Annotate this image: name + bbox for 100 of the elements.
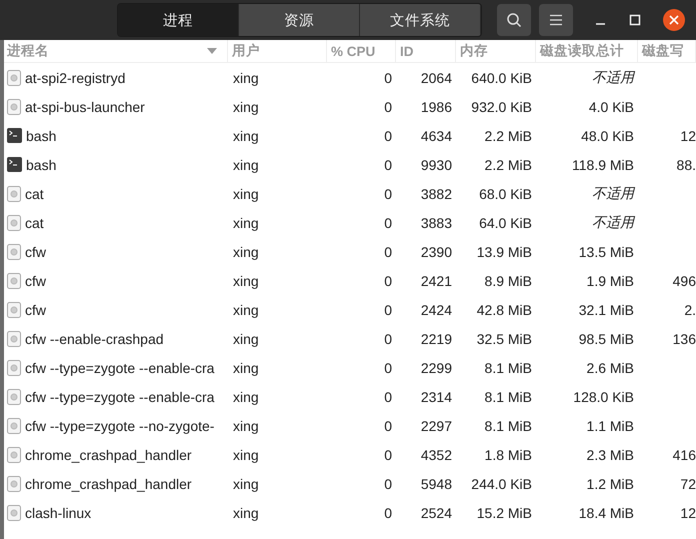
disk-read-cell: 不适用: [592, 68, 634, 86]
column-header[interactable]: 内存: [456, 40, 536, 62]
cpu-cell: 0: [384, 504, 392, 520]
cpu-cell: 0: [384, 70, 392, 86]
id-cell: 4352: [420, 446, 452, 462]
id-cell: 2390: [420, 244, 452, 260]
disk-read-cell: 4.0 KiB: [588, 98, 634, 114]
memory-cell: 8.1 MiB: [484, 360, 532, 376]
disk-read-cell: 118.9 MiB: [572, 156, 634, 172]
process-name: cfw: [25, 272, 46, 288]
disk-read-cell: 48.0 KiB: [581, 128, 634, 144]
disk-read-cell: 18.4 MiB: [578, 504, 634, 520]
disk-write-cell: 2.: [684, 302, 696, 318]
id-cell: 2299: [420, 360, 452, 376]
process-name: at-spi-bus-launcher: [25, 98, 145, 114]
id-cell: 2421: [420, 272, 452, 288]
cpu-cell: 0: [384, 360, 392, 376]
disk-read-cell: 1.2 MiB: [586, 476, 634, 492]
column-header[interactable]: 进程名: [4, 40, 228, 62]
id-cell: 3882: [420, 186, 452, 202]
id-cell: 2424: [420, 302, 452, 318]
user-cell: xing: [233, 214, 259, 230]
terminal-icon: [7, 157, 22, 172]
process-name: cat: [25, 214, 44, 230]
id-cell: 1986: [420, 98, 452, 114]
memory-cell: 640.0 KiB: [471, 70, 532, 86]
disk-read-cell: 2.3 MiB: [586, 446, 634, 462]
user-cell: xing: [233, 418, 259, 434]
memory-cell: 13.9 MiB: [476, 244, 532, 260]
memory-cell: 42.8 MiB: [476, 302, 532, 318]
user-cell: xing: [233, 330, 259, 346]
column-header[interactable]: 磁盘读取总计: [536, 40, 638, 62]
tab[interactable]: 文件系统: [360, 4, 481, 36]
tab[interactable]: 进程: [118, 4, 239, 36]
id-cell: 2064: [420, 70, 452, 86]
memory-cell: 1.8 MiB: [484, 446, 532, 462]
user-cell: xing: [233, 272, 259, 288]
cpu-cell: 0: [384, 388, 392, 404]
cpu-cell: 0: [384, 214, 392, 230]
memory-cell: 32.5 MiB: [476, 330, 532, 346]
id-cell: 2297: [420, 418, 452, 434]
process-name: bash: [26, 128, 56, 144]
user-cell: xing: [233, 446, 259, 462]
id-cell: 3883: [420, 214, 452, 230]
disk-read-cell: 13.5 MiB: [578, 244, 634, 260]
memory-cell: 15.2 MiB: [476, 504, 532, 520]
user-cell: xing: [233, 302, 259, 318]
memory-cell: 8.1 MiB: [484, 388, 532, 404]
column-header[interactable]: % CPU: [327, 40, 396, 62]
close-icon[interactable]: [663, 9, 685, 31]
process-name: cfw --type=zygote --no-zygote-: [25, 418, 214, 434]
disk-write-cell: 72: [680, 476, 696, 492]
user-cell: xing: [233, 476, 259, 492]
cpu-cell: 0: [384, 476, 392, 492]
process-name: cat: [25, 186, 44, 202]
column-header[interactable]: 磁盘写: [638, 40, 696, 62]
cpu-cell: 0: [384, 302, 392, 318]
maximize-icon[interactable]: [629, 14, 641, 26]
process-name: chrome_crashpad_handler: [25, 446, 192, 462]
search-button[interactable]: [497, 4, 531, 36]
user-cell: xing: [233, 186, 259, 202]
user-cell: xing: [233, 388, 259, 404]
cpu-cell: 0: [384, 446, 392, 462]
disk-write-cell: 496: [672, 272, 696, 288]
id-cell: 5948: [420, 476, 452, 492]
cpu-cell: 0: [384, 186, 392, 202]
menu-button[interactable]: [539, 4, 573, 36]
process-name: cfw: [25, 244, 46, 260]
user-cell: xing: [233, 156, 259, 172]
process-name: bash: [26, 156, 56, 172]
process-name: cfw --enable-crashpad: [25, 330, 164, 346]
id-cell: 9930: [420, 156, 452, 172]
id-cell: 2219: [420, 330, 452, 346]
process-name: chrome_crashpad_handler: [25, 476, 192, 492]
memory-cell: 932.0 KiB: [471, 98, 532, 114]
memory-cell: 8.9 MiB: [484, 272, 532, 288]
column-header[interactable]: 用户: [228, 40, 327, 62]
id-cell: 2524: [420, 504, 452, 520]
process-name: at-spi2-registryd: [25, 70, 126, 86]
user-cell: xing: [233, 98, 259, 114]
disk-read-cell: 32.1 MiB: [578, 302, 634, 318]
disk-read-cell: 98.5 MiB: [578, 330, 634, 346]
memory-cell: 2.2 MiB: [484, 128, 532, 144]
user-cell: xing: [233, 244, 259, 260]
user-cell: xing: [233, 70, 259, 86]
disk-read-cell: 1.9 MiB: [586, 272, 634, 288]
process-name: cfw --type=zygote --enable-cra: [25, 360, 214, 376]
user-cell: xing: [233, 128, 259, 144]
memory-cell: 64.0 KiB: [479, 214, 532, 230]
disk-read-cell: 不适用: [592, 184, 634, 202]
tab[interactable]: 资源: [239, 4, 360, 36]
menu-icon: [549, 14, 563, 26]
column-header[interactable]: ID: [396, 40, 456, 62]
memory-cell: 244.0 KiB: [471, 476, 532, 492]
cpu-cell: 0: [384, 128, 392, 144]
disk-write-cell: 136: [672, 330, 696, 346]
disk-write-cell: 12: [680, 504, 696, 520]
disk-read-cell: 2.6 MiB: [586, 360, 634, 376]
user-cell: xing: [233, 504, 259, 520]
cpu-cell: 0: [384, 98, 392, 114]
